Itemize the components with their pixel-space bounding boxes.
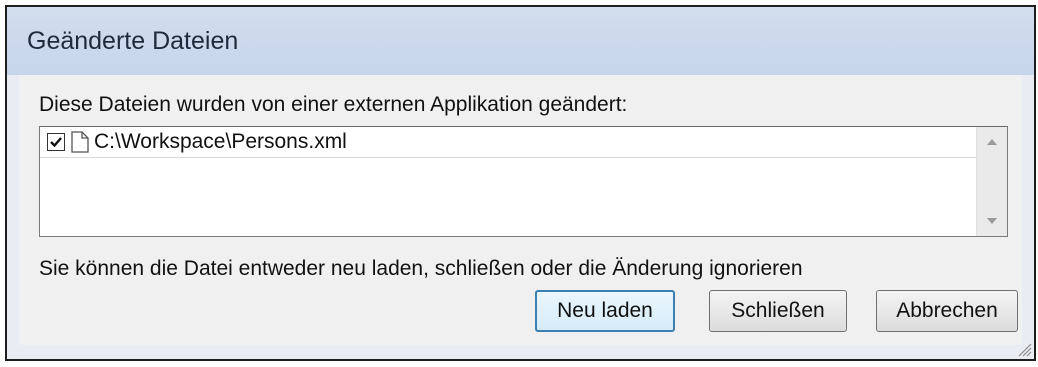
changed-files-dialog: Geänderte Dateien Diese Dateien wurden v… xyxy=(5,5,1036,361)
cancel-button[interactable]: Abbrechen xyxy=(876,290,1018,332)
vertical-scrollbar[interactable] xyxy=(976,127,1007,236)
changed-files-message: Diese Dateien wurden von einer externen … xyxy=(39,93,628,116)
file-checkbox[interactable] xyxy=(47,133,65,151)
checkmark-icon xyxy=(50,137,62,148)
file-path: C:\Workspace\Persons.xml xyxy=(94,130,347,153)
dialog-body: Diese Dateien wurden von einer externen … xyxy=(19,75,1022,345)
scroll-down-arrow-icon[interactable] xyxy=(987,218,997,224)
options-message: Sie können die Datei entweder neu laden,… xyxy=(39,257,803,280)
resize-grip-icon[interactable] xyxy=(1016,341,1032,357)
reload-button[interactable]: Neu laden xyxy=(535,290,675,332)
close-button[interactable]: Schließen xyxy=(709,290,847,332)
file-icon xyxy=(71,131,89,153)
title-bar[interactable]: Geänderte Dateien xyxy=(7,7,1034,75)
dialog-title: Geänderte Dateien xyxy=(27,27,239,55)
scroll-up-arrow-icon[interactable] xyxy=(987,139,997,145)
changed-files-list[interactable]: C:\Workspace\Persons.xml xyxy=(39,126,1008,237)
list-item[interactable]: C:\Workspace\Persons.xml xyxy=(40,127,977,158)
